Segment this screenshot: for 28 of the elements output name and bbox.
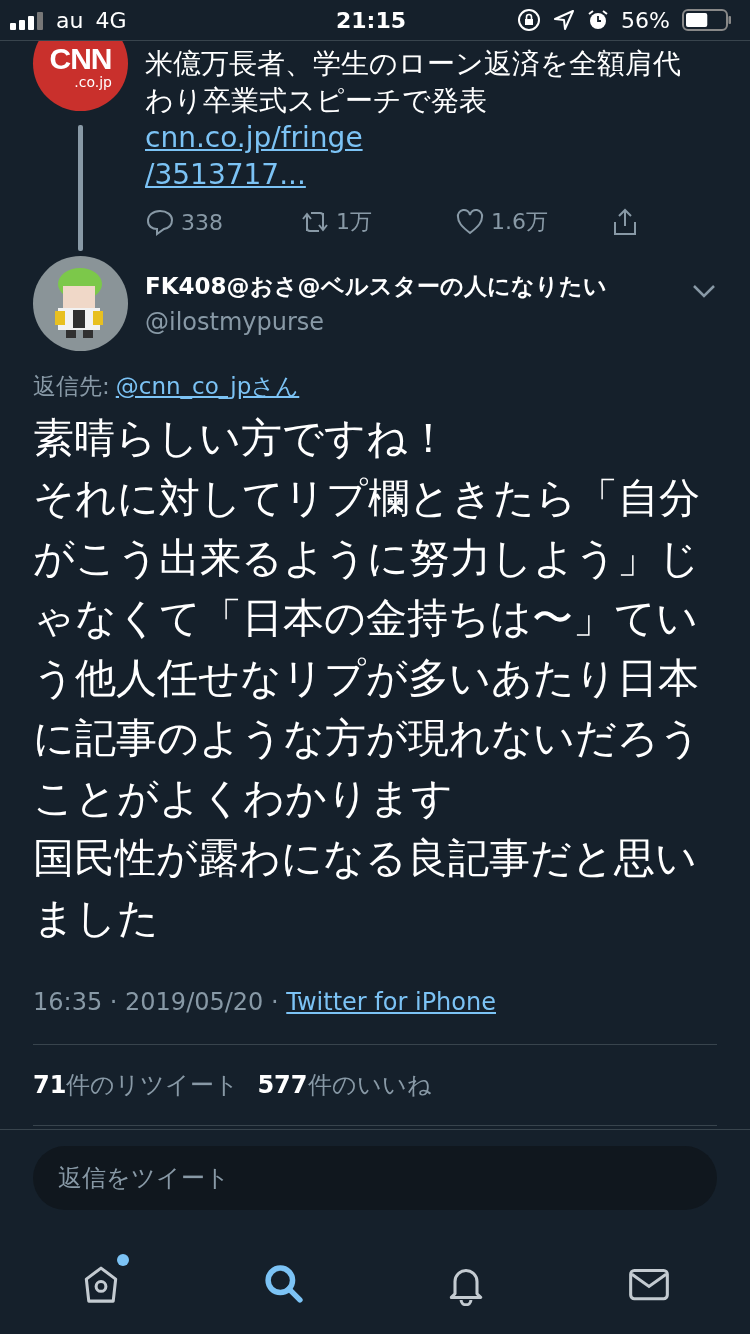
- retweet-count: 1万: [336, 208, 372, 236]
- network-type: 4G: [95, 7, 127, 33]
- retweet-stat[interactable]: 71件のリツイート: [33, 1069, 240, 1101]
- rotation-lock-icon: [517, 8, 542, 32]
- clock: 21:15: [336, 7, 406, 33]
- tweet-text: 米億万長者、学生のローン返済を全額肩代わり卒業式スピーチで発表 cnn.co.jp/fringe/3513717...: [145, 46, 682, 193]
- reply-icon[interactable]: [145, 207, 175, 237]
- news-logo[interactable]: CNN .co.jp: [33, 41, 128, 111]
- carrier: au: [56, 7, 84, 33]
- like-stat[interactable]: 577件のいいね: [257, 1069, 432, 1101]
- location-icon: [553, 9, 576, 31]
- link[interactable]: cnn.co.jp/fringe: [145, 121, 363, 154]
- user-handle[interactable]: @ilostmypurse: [145, 308, 674, 336]
- heart-icon[interactable]: [455, 207, 485, 237]
- battery-icon: [682, 8, 732, 32]
- tweet-text: 素晴らしい方ですね！ それに対してリプ欄ときたら「自分がこう出来るように努力しよう」じゃなくて「日本の金持ちは〜」ていう他人任せなリプが多いあたり日本に記事のような方が現れないだろうことがよくわかります 国民性が露わになる良記事だと思いました: [32, 413, 702, 944]
- signal-icon: [10, 10, 44, 30]
- like-count: 1.6万: [491, 208, 548, 236]
- reply-field[interactable]: 返信をツイート: [33, 1146, 717, 1210]
- link[interactable]: /3513717...: [145, 158, 306, 191]
- reply-count: 338: [181, 209, 223, 235]
- timestamp: 16:35 · 2019/05/20 ·: [33, 988, 279, 1016]
- source-link[interactable]: Twitter for iPhone: [286, 988, 496, 1016]
- user-name[interactable]: FK408@おさ@ベルスターの人になりたい: [145, 271, 674, 302]
- mention-link[interactable]: @cnn_co_jpさん: [115, 371, 300, 402]
- alarm-icon: [587, 9, 610, 31]
- battery-percent: 56%: [621, 7, 670, 33]
- reply-label: 返信先:: [33, 372, 110, 401]
